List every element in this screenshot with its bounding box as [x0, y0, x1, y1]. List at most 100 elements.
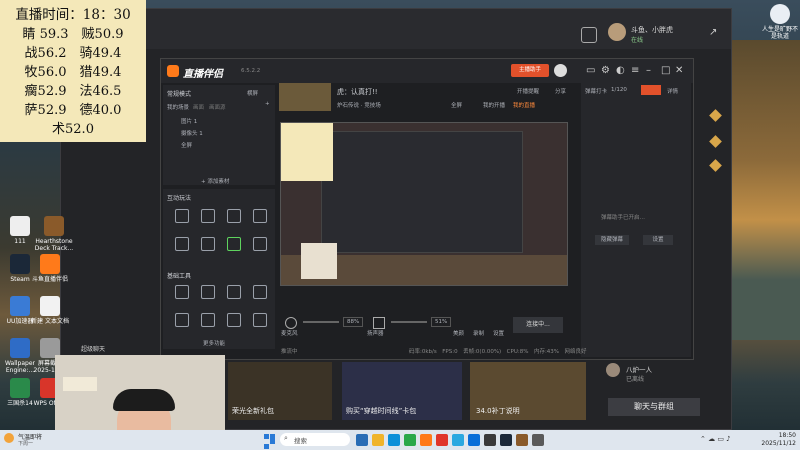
class-winrate-row: 牧56.0 猎49.4 — [24, 65, 122, 80]
mic-slider[interactable] — [303, 321, 339, 323]
diamond-icon[interactable] — [709, 109, 722, 122]
danmaku-settings-button[interactable]: 设置 — [643, 235, 673, 245]
chat-icon[interactable]: ▭ — [586, 65, 595, 76]
add-source-button[interactable]: + 添加素材 — [201, 177, 229, 185]
news-card[interactable]: 荣光全新礼包 — [228, 362, 332, 420]
broadcast-helper-button[interactable]: 主播助手 — [511, 64, 549, 77]
desktop-icon-label: 新建 文本文档 — [31, 318, 69, 325]
wall-poster — [63, 377, 97, 391]
record-button[interactable]: 录制 — [473, 329, 484, 337]
open-live-reminder[interactable]: 开播提醒 — [517, 87, 539, 95]
tab-source[interactable]: 画面源 — [209, 103, 226, 111]
stream-status: 推流中 — [281, 349, 298, 355]
minimize-icon[interactable]: – — [646, 65, 651, 76]
avatar[interactable] — [554, 64, 567, 77]
news-card[interactable]: 购买“穿越时间线”卡包 — [342, 362, 462, 420]
desktop-icon[interactable]: Hearthstone Deck Track... — [34, 216, 74, 252]
steam-icon[interactable] — [500, 434, 512, 446]
desktop-icon-quote[interactable]: 人生是旷野不是轨道 — [760, 4, 800, 40]
tool-button[interactable] — [245, 313, 275, 329]
connect-button[interactable]: 连接中... — [513, 317, 563, 333]
speaker-volume[interactable]: 51% — [431, 317, 452, 327]
external-link-icon[interactable]: ↗ — [709, 27, 717, 38]
add-icon[interactable]: + — [265, 101, 270, 107]
stats-thumb — [281, 123, 333, 181]
maximize-icon[interactable]: □ — [661, 65, 670, 76]
speaker-icon[interactable] — [373, 317, 385, 329]
mode-select[interactable]: 常规模式 — [167, 89, 191, 98]
avatar[interactable] — [606, 363, 620, 377]
stream-stats: 码率:0kb/s FPS:0 丢帧:0(0.00%) CPU:8% 内存:43%… — [409, 349, 587, 355]
search-placeholder: 搜索 — [294, 437, 307, 445]
fullscreen-action[interactable]: 全屏 — [451, 101, 462, 109]
stream-preview[interactable] — [280, 122, 568, 286]
speaker-slider[interactable] — [391, 321, 427, 323]
weather-icon[interactable] — [4, 433, 14, 443]
detail-link[interactable]: 详情 — [667, 87, 678, 95]
desktop-icon[interactable]: 斗鱼直播伴侣 — [30, 254, 70, 283]
qq-icon[interactable] — [452, 434, 464, 446]
nested-preview — [321, 131, 523, 253]
preview-webcam — [301, 243, 337, 279]
stream-time: 直播时间：18：30 — [15, 7, 131, 23]
desktop-icon[interactable]: 新建 文本文档 — [30, 296, 70, 325]
settings-icon[interactable]: ⚙ — [601, 65, 610, 76]
weather-sub: 下周一 — [18, 441, 34, 447]
tool-button[interactable] — [245, 285, 275, 301]
quote-app-icon — [770, 4, 790, 24]
app-icon[interactable] — [484, 434, 496, 446]
beauty-button[interactable]: 美颜 — [453, 329, 464, 337]
user-name[interactable]: 斗鱼、小胖虎 — [631, 25, 673, 35]
menu-icon[interactable]: ≡ — [631, 65, 639, 76]
avatar[interactable] — [608, 23, 626, 41]
diamond-icon[interactable] — [709, 135, 722, 148]
tool-button[interactable] — [245, 209, 275, 225]
clock-time[interactable]: 18:50 — [752, 432, 796, 439]
scene-panel: 常规模式 横屏 我的场景 画面 画面源 + 图片 1 摄像头 1 全屏 — [163, 85, 275, 185]
my-broadcast-action[interactable]: 我的开播 — [483, 101, 505, 109]
news-card-caption: 34.0补丁说明 — [476, 407, 520, 415]
start-icon[interactable] — [264, 434, 276, 449]
skin-icon[interactable]: ◐ — [616, 65, 625, 76]
class-winrate-row: 瘸52.9 法46.5 — [24, 84, 122, 99]
hearthstone-icon[interactable] — [516, 434, 528, 446]
douyu-icon[interactable] — [420, 434, 432, 446]
stream-cover[interactable] — [279, 83, 331, 111]
bell-icon[interactable] — [581, 27, 597, 43]
source-item[interactable]: 图片 1 — [181, 117, 197, 125]
more-features[interactable]: 更多功能 — [203, 339, 225, 347]
danmaku-panel: 弹幕打卡 1/120 详情 弹幕助手已开启… 隐藏弹幕 设置 — [581, 83, 691, 357]
hide-danmaku-button[interactable]: 隐藏弹幕 — [595, 235, 629, 245]
search-box[interactable]: ⌕ 搜索 — [280, 433, 350, 446]
clock-date[interactable]: 2025/11/12 — [752, 440, 796, 447]
my-live-action[interactable]: 我的直播 — [513, 101, 535, 109]
tab-danmaku[interactable]: 弹幕打卡 — [585, 87, 607, 95]
settings-button[interactable]: 设置 — [493, 329, 504, 337]
microphone-icon[interactable] — [285, 317, 297, 329]
desktop-icon-label: 斗鱼直播伴侣 — [31, 276, 68, 283]
tray-icons[interactable]: ⌃ ☁ ▭ ♪ — [700, 435, 731, 443]
chrome-icon[interactable] — [404, 434, 416, 446]
landscape-toggle[interactable]: 横屏 — [247, 89, 258, 97]
wps-icon[interactable] — [436, 434, 448, 446]
stream-title[interactable]: 虎：认真打!! — [337, 87, 378, 97]
file-explorer-icon[interactable] — [372, 434, 384, 446]
diamond-icon[interactable] — [709, 159, 722, 172]
share-button[interactable]: 分享 — [555, 87, 566, 95]
app-icon[interactable] — [532, 434, 544, 446]
close-icon[interactable]: ✕ — [675, 65, 683, 76]
tab-canvas[interactable]: 画面 — [193, 103, 204, 111]
news-card[interactable]: 34.0补丁说明 — [470, 362, 586, 420]
source-item[interactable]: 摄像头 1 — [181, 129, 203, 137]
stats-overlay: 直播时间：18：30 睛 59.3 贼50.9 战56.2 骑49.4 牧56.… — [0, 0, 146, 142]
chat-groups-button[interactable]: 聊天与群组 — [608, 398, 700, 416]
source-item[interactable]: 全屏 — [181, 141, 192, 149]
app-icon[interactable] — [468, 434, 480, 446]
stream-category[interactable]: 炉石传说 · 竞技场 — [337, 101, 381, 109]
tab-scene[interactable]: 我的场景 — [167, 103, 189, 111]
task-view-icon[interactable] — [356, 434, 368, 446]
edge-icon[interactable] — [388, 434, 400, 446]
tool-button[interactable] — [245, 237, 275, 253]
section-basic: 基础工具 — [167, 273, 192, 280]
mic-volume[interactable]: 88% — [343, 317, 364, 327]
